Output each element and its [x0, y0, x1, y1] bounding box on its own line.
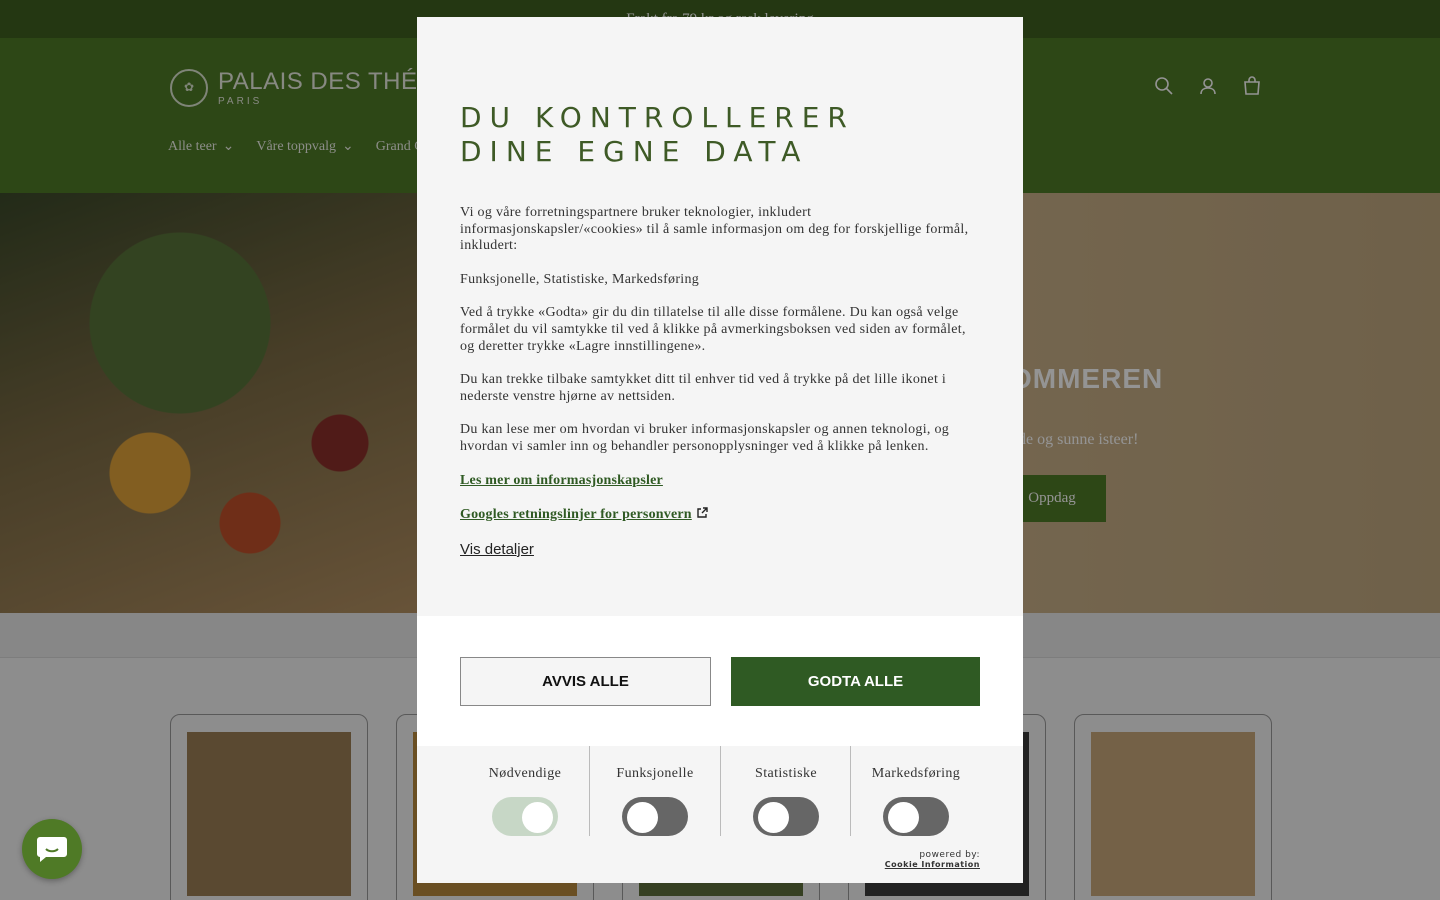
category-necessary: Nødvendige — [460, 746, 590, 836]
consent-categories: Nødvendige Funksjonelle Statistiske Mark… — [417, 746, 1023, 883]
consent-title-line1: DU KONTROLLERER — [460, 101, 855, 134]
consent-title-line2: DINE EGNE DATA — [460, 135, 809, 168]
consent-paragraph: Ved å trykke «Godta» gir du din tillatel… — [460, 305, 966, 354]
consent-paragraph: Du kan lese mer om hvordan vi bruker inf… — [460, 422, 950, 454]
consent-description: Vi og våre forretningspartnere bruker te… — [460, 205, 980, 456]
functional-toggle[interactable] — [622, 797, 688, 836]
consent-paragraph: Vi og våre forretningspartnere bruker te… — [460, 205, 969, 254]
category-label: Nødvendige — [488, 766, 562, 781]
chat-button[interactable] — [22, 819, 82, 879]
google-privacy-link[interactable]: Googles retningslinjer for personvern — [460, 507, 980, 523]
cookie-consent-dialog: DU KONTROLLERER DINE EGNE DATA Vi og vår… — [417, 17, 1023, 883]
accept-all-button[interactable]: GODTA ALLE — [731, 657, 980, 706]
category-statistics: Statistiske — [721, 746, 851, 836]
show-details-link[interactable]: Vis detaljer — [460, 541, 534, 558]
marketing-toggle[interactable] — [883, 797, 949, 836]
provider-link[interactable]: Cookie Information — [885, 860, 980, 869]
category-label: Statistiske — [755, 766, 817, 781]
necessary-toggle[interactable] — [492, 797, 558, 836]
google-privacy-link-label: Googles retningslinjer for personvern — [460, 506, 692, 522]
powered-by: powered by: Cookie Information — [885, 850, 980, 869]
consent-actions: AVVIS ALLE GODTA ALLE — [417, 616, 1023, 746]
consent-title: DU KONTROLLERER DINE EGNE DATA — [460, 101, 980, 169]
statistics-toggle[interactable] — [753, 797, 819, 836]
category-marketing: Markedsføring — [851, 746, 981, 836]
chat-icon — [37, 837, 67, 862]
consent-paragraph: Du kan trekke tilbake samtykket ditt til… — [460, 372, 947, 404]
powered-by-label: powered by: — [919, 850, 980, 860]
reject-all-button[interactable]: AVVIS ALLE — [460, 657, 711, 706]
consent-purposes: Funksjonelle, Statistiske, Markedsføring — [460, 271, 700, 287]
category-label: Funksjonelle — [616, 766, 694, 781]
external-link-icon — [697, 506, 708, 518]
cookie-info-link[interactable]: Les mer om informasjonskapsler — [460, 473, 980, 489]
category-functional: Funksjonelle — [590, 746, 720, 836]
cookie-info-link-label: Les mer om informasjonskapsler — [460, 472, 663, 488]
category-label: Markedsføring — [871, 766, 961, 781]
